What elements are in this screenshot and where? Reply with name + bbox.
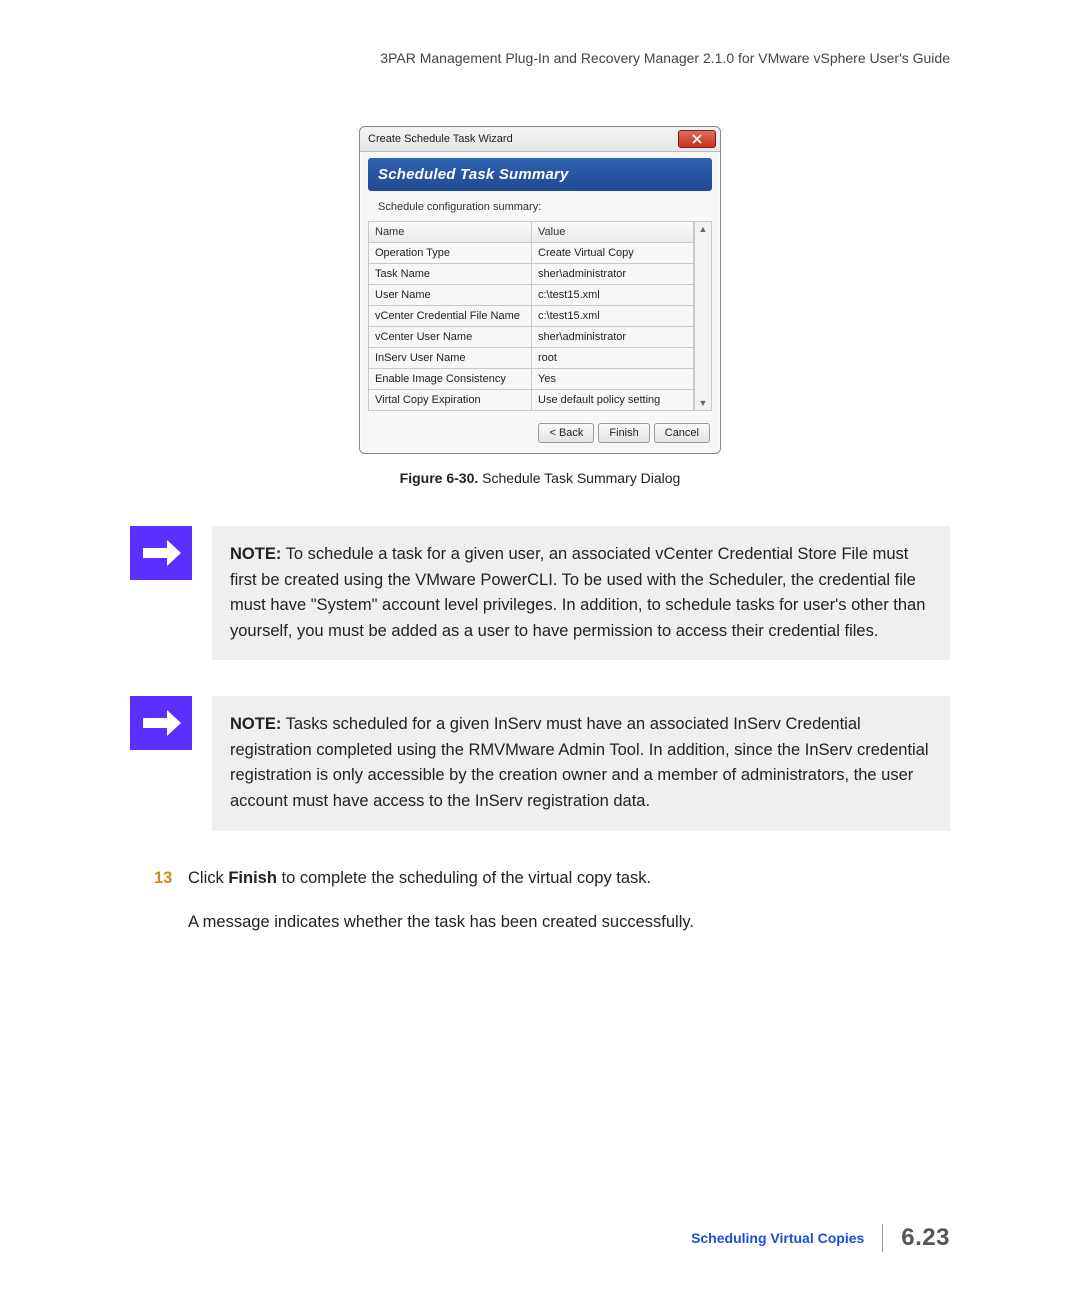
footer-divider (882, 1224, 883, 1252)
dialog-title: Create Schedule Task Wizard (368, 133, 513, 145)
note-text: NOTE: Tasks scheduled for a given InServ… (212, 696, 950, 830)
note-arrow-icon (130, 526, 192, 580)
dialog-titlebar: Create Schedule Task Wizard (360, 127, 720, 152)
finish-button[interactable]: Finish (598, 423, 649, 443)
note-body: To schedule a task for a given user, an … (230, 545, 925, 640)
cell-name: vCenter Credential File Name (369, 306, 532, 327)
dialog-body: Name Value Operation TypeCreate Virtual … (368, 221, 712, 411)
footer-page-number: 6.23 (901, 1224, 950, 1252)
figure-caption: Figure 6-30. Schedule Task Summary Dialo… (400, 470, 681, 486)
cell-name: Virtal Copy Expiration (369, 390, 532, 411)
note-label: NOTE: (230, 545, 281, 563)
cell-value: c:\test15.xml (532, 285, 693, 306)
cell-name: vCenter User Name (369, 327, 532, 348)
scrollbar[interactable]: ▲ ▼ (694, 221, 712, 411)
table-row: Enable Image ConsistencyYes (369, 369, 693, 390)
table-row: InServ User Nameroot (369, 348, 693, 369)
page-header: 3PAR Management Plug-In and Recovery Man… (130, 50, 950, 66)
scroll-down-icon[interactable]: ▼ (699, 396, 708, 410)
cell-value: sher\administrator (532, 264, 693, 285)
step-text-bold: Finish (228, 869, 277, 887)
figure-text: Schedule Task Summary Dialog (482, 470, 680, 486)
cell-name: Task Name (369, 264, 532, 285)
table-header-row: Name Value (369, 222, 693, 243)
note-body: Tasks scheduled for a given InServ must … (230, 715, 929, 810)
cell-value: sher\administrator (532, 327, 693, 348)
step-text-post: to complete the scheduling of the virtua… (277, 869, 651, 887)
step-13: 13 Click Finish to complete the scheduli… (130, 865, 950, 936)
note-block-2: NOTE: Tasks scheduled for a given InServ… (130, 696, 950, 830)
col-header-name[interactable]: Name (369, 222, 532, 243)
dialog-figure: Create Schedule Task Wizard Scheduled Ta… (130, 126, 950, 486)
dialog-subhead: Schedule configuration summary: (360, 195, 720, 221)
note-arrow-icon (130, 696, 192, 750)
cell-value: c:\test15.xml (532, 306, 693, 327)
cell-value: Create Virtual Copy (532, 243, 693, 264)
table-row: User Namec:\test15.xml (369, 285, 693, 306)
dialog-create-schedule-task-wizard: Create Schedule Task Wizard Scheduled Ta… (359, 126, 721, 454)
step-text-pre: Click (188, 869, 228, 887)
cell-name: Enable Image Consistency (369, 369, 532, 390)
note-text: NOTE: To schedule a task for a given use… (212, 526, 950, 660)
figure-label: Figure 6-30. (400, 470, 479, 486)
table-row: Virtal Copy ExpirationUse default policy… (369, 390, 693, 411)
page-footer: Scheduling Virtual Copies 6.23 (691, 1224, 950, 1252)
table-row: Task Namesher\administrator (369, 264, 693, 285)
cell-name: Operation Type (369, 243, 532, 264)
cell-value: root (532, 348, 693, 369)
cancel-button[interactable]: Cancel (654, 423, 710, 443)
close-button[interactable] (678, 130, 716, 148)
footer-section: Scheduling Virtual Copies (691, 1230, 864, 1246)
cell-name: InServ User Name (369, 348, 532, 369)
step-number: 13 (154, 865, 172, 891)
dialog-banner: Scheduled Task Summary (368, 158, 712, 191)
summary-table: Name Value Operation TypeCreate Virtual … (368, 221, 694, 411)
cell-value: Yes (532, 369, 693, 390)
cell-value: Use default policy setting (532, 390, 693, 411)
note-label: NOTE: (230, 715, 281, 733)
col-header-value[interactable]: Value (532, 222, 693, 243)
close-icon (691, 134, 703, 144)
step-subtext: A message indicates whether the task has… (188, 909, 950, 935)
cell-name: User Name (369, 285, 532, 306)
note-block-1: NOTE: To schedule a task for a given use… (130, 526, 950, 660)
scroll-up-icon[interactable]: ▲ (699, 222, 708, 236)
table-row: Operation TypeCreate Virtual Copy (369, 243, 693, 264)
back-button[interactable]: < Back (538, 423, 594, 443)
table-row: vCenter Credential File Namec:\test15.xm… (369, 306, 693, 327)
dialog-footer: < Back Finish Cancel (360, 415, 720, 453)
table-row: vCenter User Namesher\administrator (369, 327, 693, 348)
